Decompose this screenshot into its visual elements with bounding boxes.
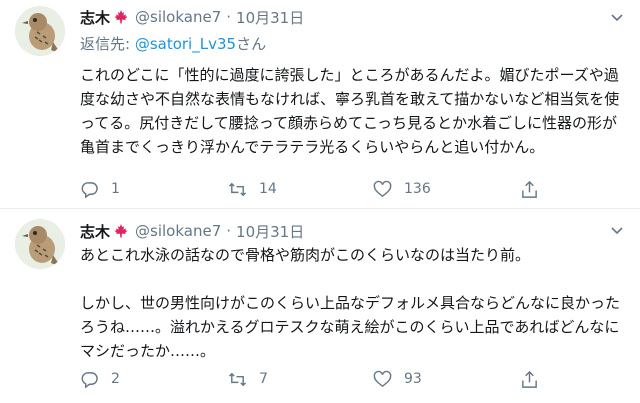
tweet[interactable]: 志木 @silokane7 · 10月31日 あとこれ水泳の話なので骨格や筋肉が… — [0, 209, 640, 403]
author-handle[interactable]: @silokane7 — [135, 8, 221, 26]
like-button[interactable]: 136 — [373, 180, 431, 199]
reply-prefix: 返信先: — [80, 35, 135, 53]
tweet-date[interactable]: 10月31日 — [236, 221, 304, 242]
tweet[interactable]: 志木 @silokane7 · 10月31日 返信先: @satori_Lv35… — [0, 0, 640, 209]
reply-button[interactable]: 1 — [80, 180, 120, 199]
maple-leaf-icon — [113, 9, 129, 25]
tweet-actions: 1 14 136 — [80, 177, 620, 201]
retweet-count: 14 — [259, 181, 277, 197]
share-icon — [522, 370, 537, 388]
separator: · — [226, 8, 232, 26]
avatar[interactable] — [15, 6, 65, 56]
tweet-text: これのどこに「性的に過度に誇張した」ところがあるんだよ。媚びたポーズや過度な幼さ… — [80, 66, 620, 156]
share-button[interactable] — [520, 370, 551, 389]
like-button[interactable]: 93 — [373, 370, 422, 389]
heart-icon — [373, 370, 392, 387]
reply-button[interactable]: 2 — [80, 370, 120, 389]
tweet-header: 志木 @silokane7 · 10月31日 — [80, 220, 304, 242]
retweet-icon — [228, 372, 247, 386]
reply-icon — [81, 371, 98, 389]
share-button[interactable] — [520, 180, 551, 199]
author-handle[interactable]: @silokane7 — [135, 222, 221, 240]
retweet-button[interactable]: 7 — [228, 370, 268, 389]
reply-count: 2 — [111, 371, 120, 387]
heart-icon — [373, 180, 392, 197]
retweet-button[interactable]: 14 — [228, 180, 277, 199]
reply-icon — [81, 181, 98, 199]
chevron-down-icon[interactable] — [608, 8, 626, 26]
reply-context: 返信先: @satori_Lv35さん — [80, 33, 266, 54]
retweet-icon — [228, 182, 247, 196]
reply-suffix: さん — [236, 35, 267, 53]
maple-leaf-icon — [113, 223, 129, 239]
separator: · — [226, 222, 232, 240]
tweet-actions: 2 7 93 — [80, 367, 620, 391]
author-name[interactable]: 志木 — [80, 221, 110, 242]
reply-count: 1 — [111, 181, 120, 197]
chevron-down-icon[interactable] — [608, 221, 626, 239]
reply-mention[interactable]: @satori_Lv35 — [135, 35, 236, 53]
tweet-header: 志木 @silokane7 · 10月31日 — [80, 6, 304, 28]
share-icon — [522, 180, 537, 198]
author-name[interactable]: 志木 — [80, 7, 110, 28]
like-count: 136 — [404, 181, 431, 197]
like-count: 93 — [404, 371, 422, 387]
tweet-date[interactable]: 10月31日 — [236, 7, 304, 28]
tweet-text: あとこれ水泳の話なので骨格や筋肉がこのくらいなのは当たり前。 しかし、世の男性向… — [80, 246, 621, 360]
avatar[interactable] — [15, 219, 65, 269]
retweet-count: 7 — [259, 371, 268, 387]
